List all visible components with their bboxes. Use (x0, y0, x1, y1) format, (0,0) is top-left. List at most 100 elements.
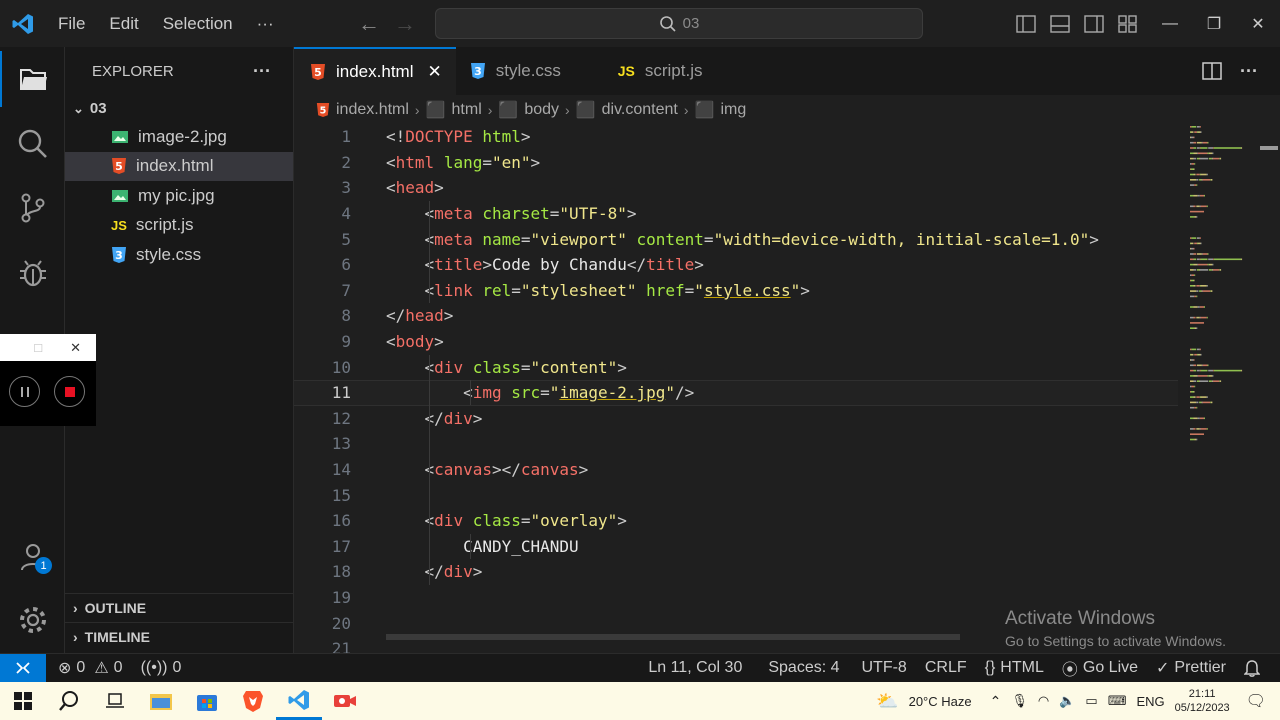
menu-file[interactable]: File (46, 0, 97, 47)
brave-browser-icon[interactable] (230, 682, 276, 720)
keyboard-icon[interactable]: ⌨ (1108, 693, 1127, 709)
notifications-bell-icon[interactable] (1235, 659, 1280, 677)
horizontal-scrollbar[interactable] (386, 634, 960, 640)
breadcrumb-div-content[interactable]: div.content (602, 101, 678, 119)
file-item-my-pic[interactable]: my pic.jpg (65, 181, 293, 211)
code-line[interactable]: 13 (294, 431, 1178, 457)
clock[interactable]: 21:11 05/12/2023 (1175, 687, 1230, 715)
code-line[interactable]: 3 <head> (294, 175, 1178, 201)
command-center-search[interactable]: 03 (435, 8, 923, 39)
toggle-sidebar-icon[interactable] (1016, 14, 1036, 33)
code-line[interactable]: 7 <link rel="stylesheet" href="style.css… (294, 278, 1178, 304)
minimize-button[interactable]: — (1148, 15, 1192, 33)
folder-row[interactable]: ⌄ 03 (65, 95, 293, 122)
stop-button[interactable] (54, 376, 85, 407)
speaker-icon[interactable]: 🔈 (1059, 693, 1075, 709)
file-item-index[interactable]: 5 index.html (65, 151, 293, 181)
code-line[interactable]: 6 <title>Code by Chandu</title> (294, 252, 1178, 278)
explorer-icon[interactable] (0, 51, 65, 107)
timeline-section[interactable]: › TIMELINE (65, 622, 293, 651)
scrollbar-thumb[interactable] (1260, 146, 1278, 150)
explorer-more-button[interactable]: ··· (253, 61, 271, 82)
vscode-taskbar-icon[interactable] (276, 682, 322, 720)
toggle-secondary-sidebar-icon[interactable] (1084, 14, 1104, 33)
back-arrow-icon[interactable]: ← (358, 11, 380, 37)
cursor-position[interactable]: Ln 11, Col 30 (639, 659, 751, 677)
breadcrumb-body[interactable]: body (524, 101, 559, 119)
notification-center-icon[interactable]: 🗨 (1246, 691, 1266, 711)
wifi-icon[interactable]: ◠ (1038, 693, 1049, 709)
code-line[interactable]: 17 CANDY_CHANDU (294, 534, 1178, 560)
split-editor-icon[interactable] (1202, 62, 1222, 80)
restore-button[interactable]: ❐ (1192, 14, 1236, 34)
forward-arrow-icon[interactable]: → (394, 11, 416, 37)
code-line[interactable]: 11 <img src="image-2.jpg"/> (294, 380, 1178, 406)
file-item-style[interactable]: 3 style.css (65, 240, 293, 270)
settings-gear-icon[interactable] (0, 592, 65, 648)
search-view-icon[interactable] (0, 116, 65, 172)
close-window-button[interactable]: ✕ (1236, 14, 1280, 34)
remote-indicator[interactable] (0, 653, 46, 683)
indentation[interactable]: Spaces: 4 (759, 659, 848, 677)
code-line[interactable]: 9 <body> (294, 329, 1178, 355)
code-line[interactable]: 1 <!DOCTYPE html> (294, 124, 1178, 150)
problems-indicator[interactable]: ⊗ 0 ⚠ 0 (46, 658, 132, 678)
code-line[interactable]: 5 <meta name="viewport" content="width=d… (294, 226, 1178, 252)
language-indicator[interactable]: ENG (1136, 694, 1164, 709)
breadcrumb-html[interactable]: html (452, 101, 482, 119)
toggle-panel-icon[interactable] (1050, 14, 1070, 33)
code-line[interactable]: 8 </head> (294, 303, 1178, 329)
menu-selection[interactable]: Selection (151, 0, 245, 47)
source-control-icon[interactable] (0, 180, 65, 236)
code-line[interactable]: 14 <canvas></canvas> (294, 457, 1178, 483)
code-line[interactable]: 4 <meta charset="UTF-8"> (294, 201, 1178, 227)
pause-button[interactable] (9, 376, 40, 407)
editor-more-icon[interactable]: ··· (1240, 61, 1258, 82)
recorder-close-button[interactable]: ✕ (70, 340, 81, 356)
code-line[interactable]: 2 <html lang="en"> (294, 150, 1178, 176)
prettier-button[interactable]: ✓ Prettier (1147, 658, 1235, 678)
code-editor[interactable]: 21 20 19 18 </div> 17 CANDY_CHANDU 16 <div cl… (294, 124, 1280, 653)
encoding[interactable]: UTF-8 (853, 659, 916, 677)
tab-style-css[interactable]: 3 style.css (456, 47, 606, 95)
windows-start-icon[interactable] (0, 682, 46, 720)
tab-index-html[interactable]: 5 index.html ✕ (294, 47, 456, 95)
battery-icon[interactable]: ▭ (1085, 693, 1097, 709)
file-explorer-icon[interactable] (138, 682, 184, 720)
breadcrumb-img[interactable]: img (720, 101, 746, 119)
recorder-maximize-icon[interactable]: □ (34, 340, 42, 355)
customize-layout-icon[interactable] (1118, 14, 1138, 33)
chevron-up-icon[interactable]: ⌃ (990, 693, 1002, 710)
minimap[interactable] (1186, 124, 1262, 474)
line-ending[interactable]: CRLF (916, 659, 976, 677)
outline-section[interactable]: › OUTLINE (65, 593, 293, 622)
minimap-line (1202, 141, 1208, 144)
store-icon[interactable] (184, 682, 230, 720)
language-mode[interactable]: {} HTML (976, 659, 1053, 677)
menu-more[interactable]: ··· (245, 0, 286, 47)
menu-edit[interactable]: Edit (97, 0, 150, 47)
run-debug-icon[interactable] (0, 245, 65, 301)
go-live-button[interactable]: ⦿ Go Live (1053, 656, 1147, 680)
minimap-line (1200, 285, 1207, 287)
ports-indicator[interactable]: ((•)) 0 (132, 659, 191, 677)
taskbar-search-icon[interactable] (46, 682, 92, 720)
code-line[interactable]: 12 </div> (294, 406, 1178, 432)
tab-script-js[interactable]: JS script.js (606, 47, 717, 95)
code-line[interactable]: 15 (294, 482, 1178, 508)
file-item-image-2[interactable]: image-2.jpg (65, 122, 293, 152)
code-line[interactable]: 19 (294, 585, 1178, 611)
weather-icon[interactable]: ⛅ (876, 691, 898, 712)
code-line[interactable]: 16 <div class="overlay"> (294, 508, 1178, 534)
accounts-icon[interactable]: 1 (0, 529, 65, 585)
tab-close-button[interactable]: ✕ (427, 62, 441, 82)
weather-text[interactable]: 20°C Haze (909, 694, 972, 709)
code-line[interactable]: 18 </div> (294, 559, 1178, 585)
breadcrumb-file[interactable]: index.html (336, 101, 409, 119)
clock-date: 05/12/2023 (1174, 702, 1230, 714)
file-item-script[interactable]: JS script.js (65, 211, 293, 241)
screen-recorder-taskbar-icon[interactable] (322, 682, 368, 720)
code-line[interactable]: 10 <div class="content"> (294, 354, 1178, 380)
task-view-icon[interactable] (92, 682, 138, 720)
microphone-icon[interactable]: 🎙 (1011, 693, 1028, 709)
